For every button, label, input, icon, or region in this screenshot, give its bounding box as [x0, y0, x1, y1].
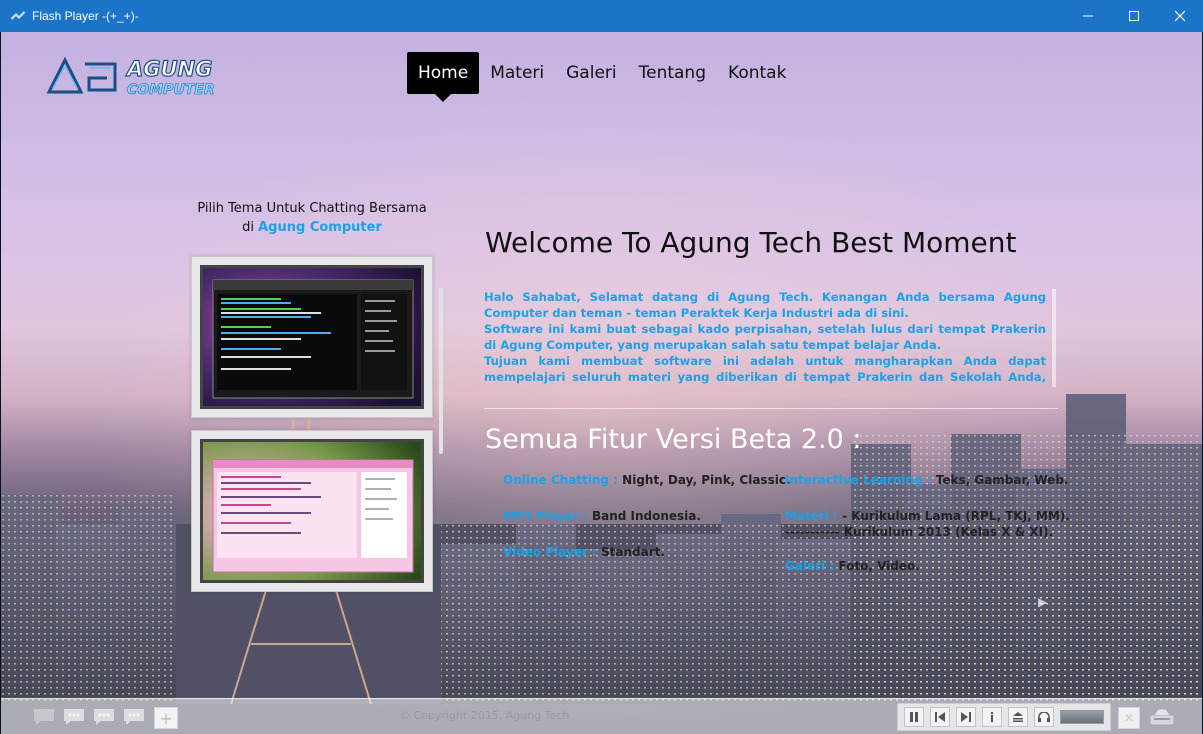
feature-value: Night, Day, Pink, Classic.	[617, 473, 791, 487]
nav-home[interactable]: Home	[407, 52, 480, 102]
feature-value: Standart.	[596, 545, 665, 559]
intro-paragraph: Software ini kami buat sebagai kado perp…	[484, 322, 1046, 352]
theme-thumbnail-dark[interactable]	[191, 256, 433, 418]
tray-icon[interactable]	[1147, 704, 1177, 730]
features-title: Semua Fitur Versi Beta 2.0 :	[485, 424, 862, 455]
feature-online-chatting: Online Chatting : Night, Day, Pink, Clas…	[503, 472, 791, 488]
feature-key: Materi :	[785, 509, 838, 523]
feature-key: Online Chatting :	[503, 473, 618, 487]
nav-materi[interactable]: Materi	[479, 52, 555, 94]
theme-preview-dark	[200, 265, 424, 409]
previous-icon[interactable]	[930, 707, 950, 727]
feature-video-player: Video Player : Standart.	[503, 544, 665, 560]
section-divider	[484, 408, 1058, 409]
feature-value: Teks, Gambar, Web.	[931, 473, 1069, 487]
theme-caption-line1: Pilih Tema Untuk Chatting Bersama	[197, 201, 427, 216]
feature-galeri: Galeri : Foto, Video.	[785, 558, 920, 574]
theme-caption: Pilih Tema Untuk Chatting Bersama di Agu…	[191, 199, 433, 237]
chat-bubble-icon[interactable]	[32, 707, 56, 727]
volume-slider[interactable]	[1060, 710, 1104, 724]
logo-line1: AGUNG	[125, 57, 212, 81]
feature-value: - Kurikulum Lama (RPL, TKJ, MM).	[837, 509, 1070, 523]
logo-line2: COMPUTER	[127, 82, 215, 98]
feature-value: Band Indonesia.	[587, 509, 701, 523]
minimize-button[interactable]	[1065, 0, 1111, 32]
next-icon[interactable]	[956, 707, 976, 727]
nav-tentang[interactable]: Tentang	[628, 52, 717, 94]
feature-value: Foto, Video.	[834, 559, 920, 573]
chat-bubble-icon[interactable]	[92, 707, 116, 727]
welcome-title: Welcome To Agung Tech Best Moment	[485, 226, 1017, 259]
playlist-icon[interactable]	[1008, 707, 1028, 727]
feature-value-extra: ----------- Kurikulum 2013 (Kelas X & XI…	[785, 525, 1054, 539]
close-window-button[interactable]	[1157, 0, 1203, 32]
window-titlebar: Flash Player -(+_+)-	[0, 0, 1203, 32]
close-icon	[1175, 11, 1185, 21]
feature-key: Interactive Learning :	[785, 473, 932, 487]
chat-bubble-icon[interactable]	[122, 707, 146, 727]
info-icon[interactable]	[982, 707, 1002, 727]
theme-caption-accent: Agung Computer	[258, 220, 382, 235]
feature-materi: Materi : - Kurikulum Lama (RPL, TKJ, MM)…	[785, 508, 1070, 540]
maximize-icon	[1129, 11, 1139, 21]
intro-paragraph: Tujuan kami membuat software ini adalah …	[484, 354, 1046, 387]
bottom-control-bar: + © Copyright 2015, Agung Tech ✕	[1, 698, 1202, 734]
flash-stage: AGUNG COMPUTER Home Materi Galeri Tentan…	[1, 32, 1202, 734]
add-icon[interactable]: +	[154, 707, 178, 729]
pause-icon[interactable]	[904, 707, 924, 727]
agung-computer-logo[interactable]: AGUNG COMPUTER	[45, 52, 245, 100]
feature-key: Galeri :	[785, 559, 835, 573]
next-arrow-icon[interactable]: ▶	[1038, 595, 1047, 609]
feature-mp3-player: MP3 Player : Band Indonesia.	[503, 508, 701, 524]
headphones-icon[interactable]	[1034, 707, 1054, 727]
close-player-icon[interactable]: ✕	[1118, 707, 1140, 729]
maximize-button[interactable]	[1111, 0, 1157, 32]
media-player-controls	[897, 703, 1111, 731]
feature-interactive-learning: Interactive Learning : Teks, Gambar, Web…	[785, 472, 1068, 488]
main-nav: Home Materi Galeri Tentang Kontak	[407, 52, 797, 102]
nav-galeri[interactable]: Galeri	[555, 52, 628, 94]
feature-key: Video Player :	[503, 545, 597, 559]
intro-scrollbar[interactable]	[1052, 289, 1056, 387]
intro-text: Halo Sahabat, Selamat datang di Agung Te…	[484, 289, 1046, 387]
theme-preview-pink	[200, 439, 424, 583]
chat-bubble-icon[interactable]	[62, 707, 86, 727]
theme-caption-prefix: di	[242, 220, 259, 235]
flash-player-icon	[10, 8, 26, 24]
nav-kontak[interactable]: Kontak	[717, 52, 797, 94]
theme-thumbnail-pink[interactable]	[191, 430, 433, 592]
intro-paragraph: Halo Sahabat, Selamat datang di Agung Te…	[484, 290, 1046, 320]
window-title: Flash Player -(+_+)-	[32, 9, 139, 23]
copyright-text: © Copyright 2015, Agung Tech	[399, 709, 570, 722]
theme-scrollbar[interactable]	[439, 288, 443, 454]
feature-key: MP3 Player :	[503, 509, 588, 523]
minimize-icon	[1083, 15, 1093, 17]
